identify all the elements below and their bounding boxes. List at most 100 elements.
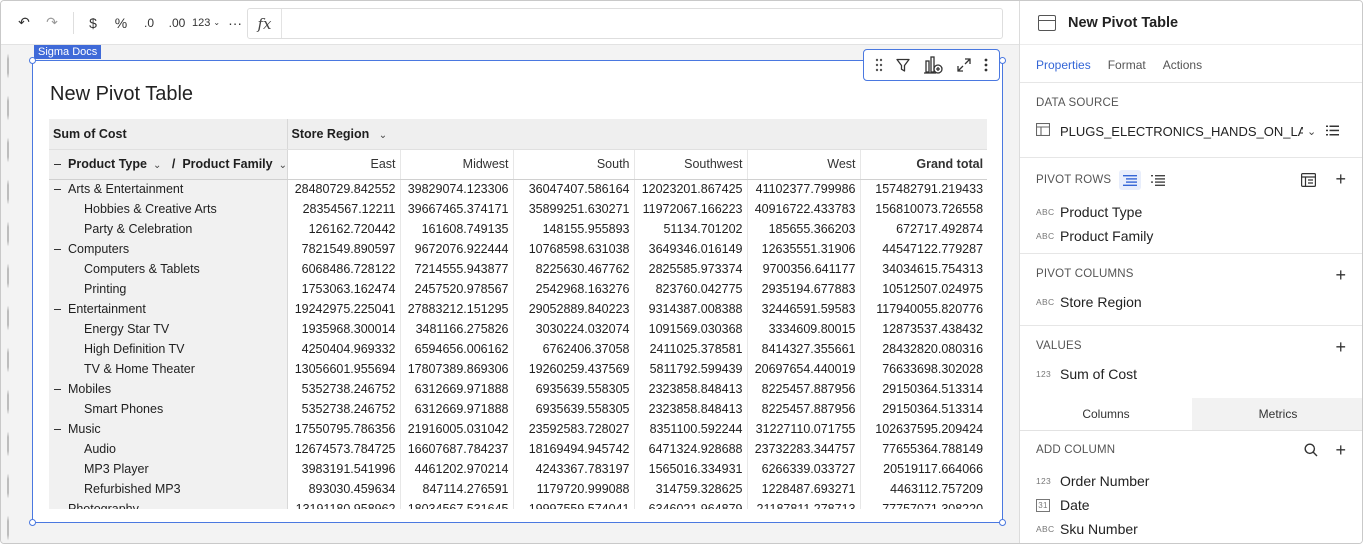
collapse-icon[interactable] — [53, 425, 62, 434]
column-dimension-header[interactable]: Store Region ⌄ — [287, 119, 987, 150]
value-cell[interactable]: 9314387.008388 — [634, 299, 748, 319]
tab-actions[interactable]: Actions — [1163, 58, 1202, 82]
value-cell[interactable]: 21916005.031042 — [400, 419, 514, 439]
pivot-row-item[interactable]: ABC Product Family — [1036, 224, 1348, 248]
value-cell[interactable]: 847114.276591 — [400, 479, 514, 499]
value-cell[interactable]: 6312669.971888 — [400, 379, 514, 399]
value-cell[interactable]: 16607687.784237 — [400, 439, 514, 459]
value-cell[interactable]: 8225457.887956 — [747, 379, 861, 399]
value-cell[interactable]: 3030224.032074 — [513, 319, 635, 339]
value-cell[interactable]: 4250404.969332 — [287, 339, 401, 359]
value-cell[interactable]: 157482791.219433 — [860, 179, 987, 199]
collapse-icon[interactable] — [53, 305, 62, 314]
value-cell[interactable]: 39667465.374171 — [400, 199, 514, 219]
pivot-table-element[interactable]: New Pivot Table Sum of Cost Store Region… — [29, 49, 1006, 526]
column-header-southwest[interactable]: Southwest — [634, 149, 748, 180]
value-cell[interactable]: 8351100.592244 — [634, 419, 748, 439]
row-group-label[interactable]: Mobiles — [49, 379, 288, 399]
value-cell[interactable]: 12023201.867425 — [634, 179, 748, 199]
value-cell[interactable]: 23592583.728027 — [513, 419, 635, 439]
value-cell[interactable]: 7821549.890597 — [287, 239, 401, 259]
chevron-down-icon[interactable]: ⌄ — [153, 160, 161, 171]
value-cell[interactable]: 51134.701202 — [634, 219, 748, 239]
row-group-label[interactable]: Music — [49, 419, 288, 439]
column-header-south[interactable]: South — [513, 149, 635, 180]
value-cell[interactable]: 8414327.355661 — [747, 339, 861, 359]
tab-properties[interactable]: Properties — [1036, 58, 1091, 82]
value-cell[interactable]: 314759.328625 — [634, 479, 748, 499]
resize-handle-top-right[interactable] — [999, 57, 1006, 64]
value-cell[interactable]: 29052889.840223 — [513, 299, 635, 319]
column-header-east[interactable]: East — [287, 149, 401, 180]
value-cell[interactable]: 2542968.163276 — [513, 279, 635, 299]
column-item[interactable]: 123 Order Number — [1036, 469, 1348, 493]
value-cell[interactable]: 20697654.440019 — [747, 359, 861, 379]
value-cell[interactable]: 10512507.024975 — [860, 279, 987, 299]
chevron-down-icon[interactable]: ⌄ — [1307, 125, 1316, 138]
value-cell[interactable]: 6266339.033727 — [747, 459, 861, 479]
value-cell[interactable]: 19997559.574041 — [513, 499, 635, 509]
more-options-button[interactable]: ··· — [222, 9, 248, 37]
undo-button[interactable]: ↶ — [11, 9, 37, 37]
value-cell[interactable]: 44547122.779287 — [860, 239, 987, 259]
value-cell[interactable]: 6935639.558305 — [513, 399, 635, 419]
row-header-product-family[interactable]: Product Family — [182, 157, 272, 171]
number-format-dropdown[interactable]: 123 ⌄ — [192, 9, 220, 37]
value-cell[interactable]: 1091569.030368 — [634, 319, 748, 339]
value-cell[interactable]: 1565016.334931 — [634, 459, 748, 479]
value-cell[interactable]: 9672076.922444 — [400, 239, 514, 259]
value-cell[interactable]: 4461202.970214 — [400, 459, 514, 479]
filter-icon[interactable] — [896, 58, 910, 73]
row-group-label[interactable]: Photography — [49, 499, 288, 509]
value-cell[interactable]: 8225457.887956 — [747, 399, 861, 419]
value-cell[interactable]: 3481166.275826 — [400, 319, 514, 339]
resize-handle-bottom-right[interactable] — [999, 519, 1006, 526]
value-cell[interactable]: 6935639.558305 — [513, 379, 635, 399]
value-cell[interactable]: 36047407.586164 — [513, 179, 635, 199]
column-header-grand-total[interactable]: Grand total — [860, 149, 987, 180]
value-cell[interactable]: 18169494.945742 — [513, 439, 635, 459]
value-cell[interactable]: 7214555.943877 — [400, 259, 514, 279]
row-group-label[interactable]: Entertainment — [49, 299, 288, 319]
value-cell[interactable]: 21187811.278713 — [747, 499, 861, 509]
collapse-icon[interactable] — [53, 385, 62, 394]
add-value-button[interactable]: + — [1335, 338, 1346, 356]
value-cell[interactable]: 32446591.59583 — [747, 299, 861, 319]
value-cell[interactable]: 23732283.344757 — [747, 439, 861, 459]
value-item[interactable]: 123 Sum of Cost — [1036, 362, 1348, 386]
expand-icon[interactable] — [957, 58, 971, 72]
value-cell[interactable]: 6762406.37058 — [513, 339, 635, 359]
increase-decimals-button[interactable]: .00 — [164, 9, 190, 37]
add-chart-icon[interactable] — [923, 56, 944, 74]
decrease-decimals-button[interactable]: .0 — [136, 9, 162, 37]
value-cell[interactable]: 3649346.016149 — [634, 239, 748, 259]
value-cell[interactable]: 5352738.246752 — [287, 399, 401, 419]
value-cell[interactable]: 2323858.848413 — [634, 379, 748, 399]
value-cell[interactable]: 29150364.513314 — [860, 399, 987, 419]
value-cell[interactable]: 823760.042775 — [634, 279, 748, 299]
value-cell[interactable]: 13191180.958962 — [287, 499, 401, 509]
column-item[interactable]: 31 Date — [1036, 493, 1348, 517]
value-cell[interactable]: 1179720.999088 — [513, 479, 635, 499]
value-cell[interactable]: 17550795.786356 — [287, 419, 401, 439]
value-cell[interactable]: 1935968.300014 — [287, 319, 401, 339]
value-cell[interactable]: 18034567.531645 — [400, 499, 514, 509]
value-cell[interactable]: 4463112.757209 — [860, 479, 987, 499]
value-cell[interactable]: 6346021.964879 — [634, 499, 748, 509]
value-cell[interactable]: 4243367.783197 — [513, 459, 635, 479]
row-group-label[interactable]: Computers — [49, 239, 288, 259]
search-icon[interactable] — [1300, 440, 1322, 460]
value-cell[interactable]: 2411025.378581 — [634, 339, 748, 359]
value-cell[interactable]: 76633698.302028 — [860, 359, 987, 379]
chevron-down-icon[interactable]: ⌄ — [379, 130, 387, 141]
value-cell[interactable]: 77757071.308220 — [860, 499, 987, 509]
value-cell[interactable]: 34034615.754313 — [860, 259, 987, 279]
tabular-layout-icon[interactable] — [1147, 170, 1169, 190]
collapse-all-icon[interactable] — [53, 160, 62, 169]
value-cell[interactable]: 1228487.693271 — [747, 479, 861, 499]
value-cell[interactable]: 28354567.12211 — [287, 199, 401, 219]
value-cell[interactable]: 12674573.784725 — [287, 439, 401, 459]
tab-columns[interactable]: Columns — [1020, 398, 1192, 430]
value-cell[interactable]: 148155.955893 — [513, 219, 635, 239]
percent-format-button[interactable]: % — [108, 9, 134, 37]
